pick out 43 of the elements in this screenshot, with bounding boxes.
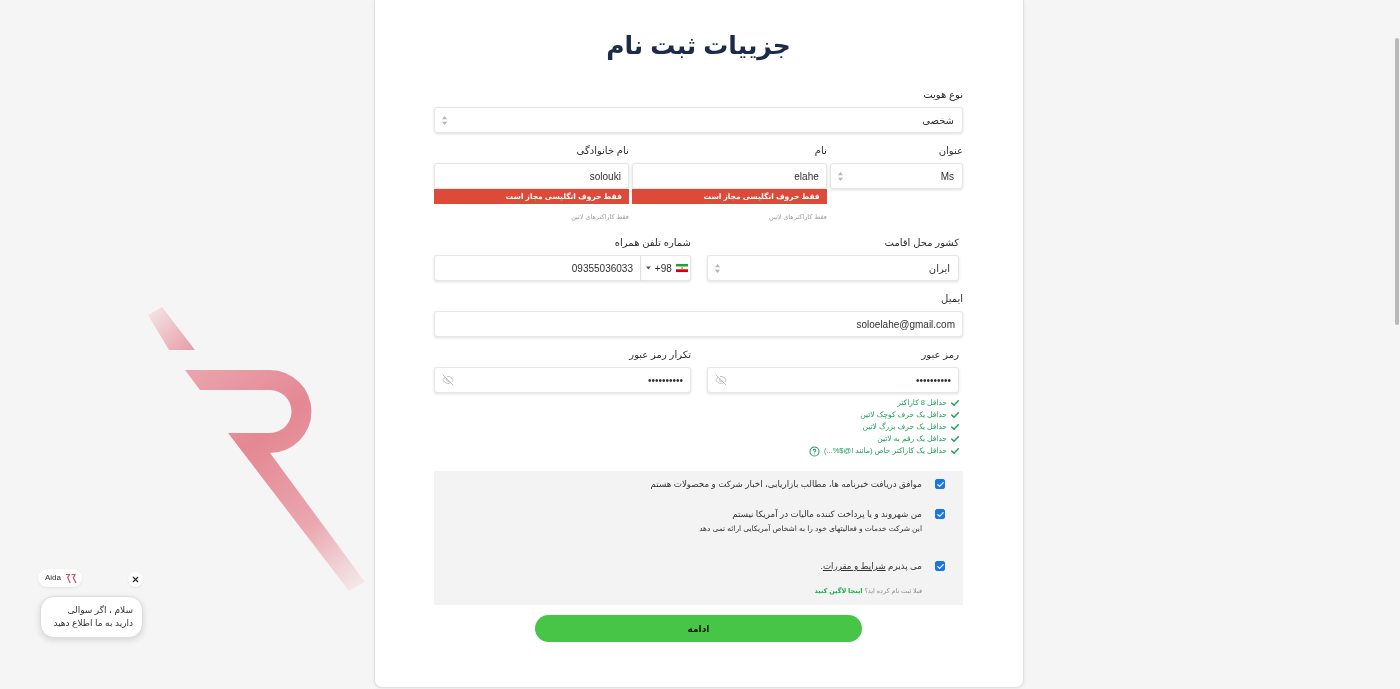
checkmark-icon [936, 511, 944, 517]
checkmark-icon [936, 481, 944, 487]
caret-icon [646, 266, 651, 270]
up-down-arrows-icon [442, 115, 447, 125]
identity-type-select[interactable]: شخصی [434, 107, 963, 133]
title-select[interactable]: Ms [829, 163, 963, 189]
field-label: عنوان [938, 144, 963, 158]
field-label: ایمیل [941, 292, 963, 306]
close-icon [131, 575, 140, 584]
field-label: نوع هویت [923, 88, 963, 102]
country-select[interactable]: ایران [707, 255, 959, 281]
scrollbar-thumb[interactable] [1395, 38, 1399, 325]
password-input[interactable]: •••••••••• [434, 367, 691, 393]
checkbox[interactable] [935, 509, 945, 519]
checkbox[interactable] [935, 561, 945, 571]
checkmark-icon [936, 563, 944, 569]
field-label: رمز عبور [921, 348, 959, 362]
text-input[interactable]: elahe [631, 163, 827, 189]
password-input[interactable]: •••••••••• [707, 367, 959, 393]
flag-icon [675, 263, 688, 273]
help-icon[interactable] [808, 445, 820, 457]
consent-text: موافق دریافت خبرنامه ها، مطالب بازاریابی، اخبار شرکت و محصولات هستم [650, 478, 922, 491]
close-button[interactable] [128, 572, 143, 587]
email-input[interactable]: soloelahe@gmail.com [434, 311, 963, 337]
field-label: کشور محل اقامت [884, 236, 959, 250]
page-title: جزییات ثبت نام [606, 30, 791, 63]
consent-text: می پذیرم شرایط و مقررات. [820, 560, 922, 573]
up-down-arrows-icon [837, 171, 843, 181]
country-code-button[interactable]: +98 [640, 255, 691, 281]
assistant-name: Aida [45, 572, 61, 584]
consent-text: من شهروند و یا پرداخت کننده مالیات در آمریکا نیستم [732, 508, 922, 521]
phone-input[interactable]: 09355036033 [434, 255, 640, 281]
checkbox[interactable] [935, 479, 945, 489]
chat-message: سلام ، اگر سوالی دارید به ما اطلاع دهید [40, 596, 143, 638]
field-label: نام [814, 144, 827, 158]
field-label: نام خانوادگی [576, 144, 629, 158]
text-input[interactable]: solouki [434, 163, 629, 189]
field-label: شماره تلفن همراه [614, 236, 691, 250]
up-down-arrows-icon [715, 263, 720, 273]
field-label: تکرار رمز عبور [629, 348, 691, 362]
logo-icon [65, 572, 77, 584]
continue-button[interactable]: ادامه [535, 615, 862, 642]
assistant-tag[interactable]: Aida [38, 569, 82, 587]
